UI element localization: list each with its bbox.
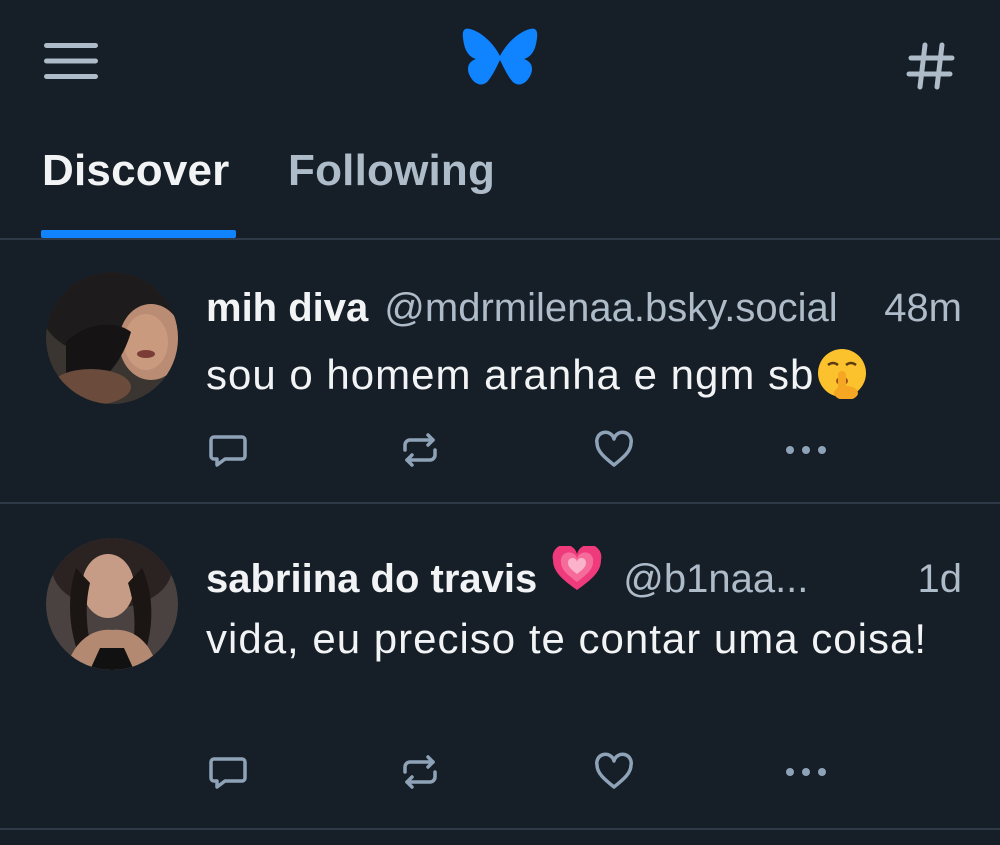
reply-icon[interactable] [206, 428, 250, 472]
reply-icon[interactable] [206, 750, 250, 794]
selected-tab-indicator [41, 230, 236, 238]
post-actions [206, 428, 846, 476]
post-text-content: sou o homem aranha e ngm sb [206, 351, 815, 398]
handle[interactable]: @b1naa... [623, 557, 899, 602]
sparkling-heart-emoji-icon [551, 544, 603, 602]
avatar[interactable] [46, 272, 178, 404]
shushing-face-emoji-icon [816, 347, 868, 416]
more-icon[interactable] [784, 428, 828, 472]
post-header: mih diva @mdrmilenaa.bsky.social 48m [206, 286, 962, 346]
like-icon[interactable] [592, 428, 636, 472]
handle[interactable]: @mdrmilenaa.bsky.social [384, 286, 866, 331]
tab-discover[interactable]: Discover [42, 146, 229, 196]
post-text: vida, eu preciso te contar uma coisa! [206, 615, 928, 662]
post-time[interactable]: 1d [918, 557, 963, 602]
repost-icon[interactable] [398, 750, 442, 794]
post-time[interactable]: 48m [884, 286, 962, 331]
more-icon[interactable] [784, 750, 828, 794]
repost-icon[interactable] [398, 428, 442, 472]
feed-tabs: Discover Following [0, 120, 1000, 238]
post-actions [206, 750, 846, 798]
display-name[interactable]: sabriina do travis [206, 557, 537, 602]
like-icon[interactable] [592, 750, 636, 794]
tab-following[interactable]: Following [288, 146, 495, 196]
top-bar [0, 0, 1000, 120]
post-text: sou o homem aranha e ngm sb [206, 344, 946, 416]
feed-post[interactable]: mih diva @mdrmilenaa.bsky.social 48m sou… [0, 240, 1000, 502]
display-name[interactable]: mih diva [206, 286, 368, 331]
hash-icon[interactable] [898, 36, 964, 96]
bluesky-butterfly-logo-icon[interactable] [458, 24, 542, 96]
feed-post[interactable]: sabriina do travis @b1naa... 1d vida, eu… [0, 504, 1000, 828]
divider [0, 828, 1000, 830]
hamburger-menu-icon[interactable] [38, 34, 104, 88]
avatar[interactable] [46, 538, 178, 670]
post-header: sabriina do travis @b1naa... 1d [206, 544, 963, 606]
